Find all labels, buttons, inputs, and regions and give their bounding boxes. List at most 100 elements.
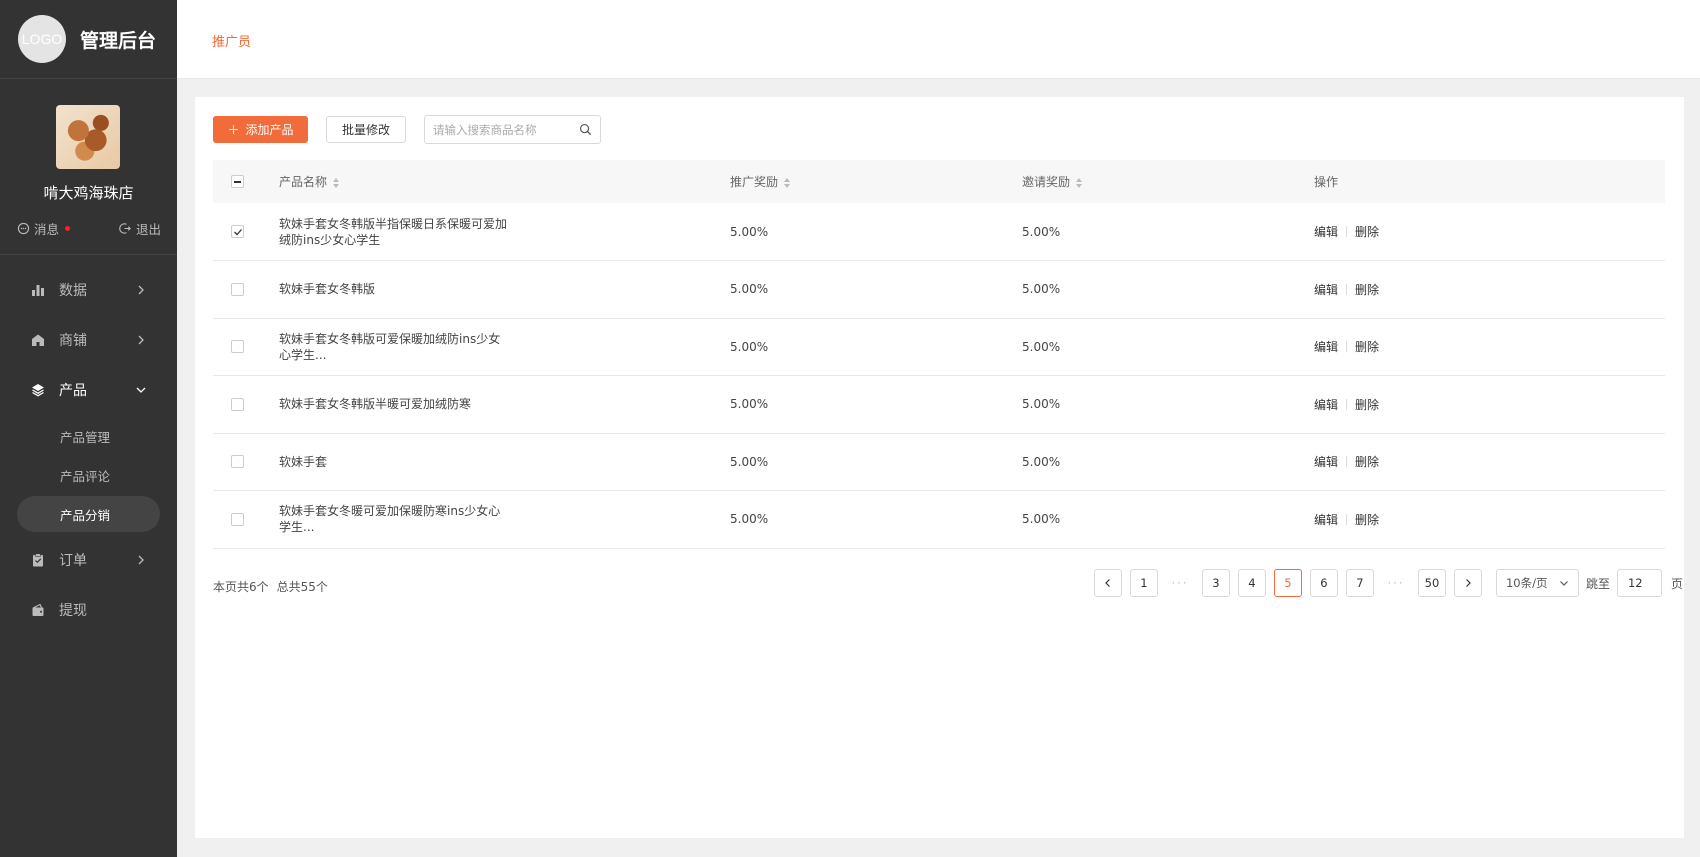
bar-chart-icon [31,283,45,297]
sidebar-item-label: 数据 [59,283,87,299]
reward-value: 5.00% [730,339,769,354]
profile: 啃大鸡海珠店 消息 退出 [0,79,177,255]
row-checkbox[interactable] [231,340,244,354]
sort-icon[interactable] [1076,177,1083,188]
delete-link[interactable]: 删除 [1355,281,1379,298]
product-name: 软妹手套女冬韩版半指保暖日系保暖可爱加绒防ins少女心学生 [279,216,508,247]
column-header-invite[interactable]: 邀请奖励 [1022,160,1314,203]
edit-link[interactable]: 编辑 [1314,453,1338,470]
total-count-text: 总共55个 [276,580,328,594]
message-link[interactable]: 消息 [17,219,71,238]
edit-link[interactable]: 编辑 [1314,338,1338,355]
sidebar-item-data[interactable]: 数据 [0,265,177,315]
reward-value: 5.00% [730,224,769,239]
column-header-name[interactable]: 产品名称 [279,160,730,203]
page-size-select[interactable]: 10条/页 [1495,569,1579,597]
plus-icon: ＋ [227,123,240,137]
chevron-right-icon [138,285,144,295]
table-row: 软妹手套女冬韩版可爱保暖加绒防ins少女心学生... 5.00% 5.00% 编… [213,318,1665,376]
page-ellipsis[interactable]: ··· [1165,569,1194,597]
avatar[interactable] [56,105,120,169]
delete-link[interactable]: 删除 [1355,511,1379,528]
page-button-current[interactable]: 5 [1273,569,1302,597]
delete-link[interactable]: 删除 [1355,338,1379,355]
edit-link[interactable]: 编辑 [1314,396,1338,413]
search-icon[interactable] [579,123,592,136]
chevron-right-icon [138,335,144,345]
edit-link[interactable]: 编辑 [1314,281,1338,298]
sidebar-item-withdraw[interactable]: 提现 [0,585,177,635]
row-checkbox[interactable] [231,282,244,296]
next-page-button[interactable] [1453,569,1482,597]
batch-edit-button[interactable]: 批量修改 [326,116,406,143]
edit-link[interactable]: 编辑 [1314,223,1338,240]
product-table: 产品名称 推广奖励 邀请奖励 操作 软妹手套女冬韩版半指保暖日系保暖可爱加绒防i… [213,160,1665,549]
page-button[interactable]: 6 [1309,569,1338,597]
jump-page-input[interactable]: 12 [1616,569,1662,597]
sidebar-subitem-product-distribution[interactable]: 产品分销 [17,496,160,532]
row-checkbox[interactable] [231,512,244,526]
table-row: 软妹手套女冬韩版半指保暖日系保暖可爱加绒防ins少女心学生 5.00% 5.00… [213,203,1665,261]
sidebar-item-label: 商铺 [59,333,87,349]
delete-link[interactable]: 删除 [1355,453,1379,470]
logout-icon [119,223,131,234]
delete-link[interactable]: 删除 [1355,223,1379,240]
row-checkbox[interactable] [231,397,244,411]
chevron-down-icon [1560,581,1568,586]
scrollbar[interactable] [1686,79,1700,857]
brand: LOGO 管理后台 [0,0,177,79]
logout-label: 退出 [135,222,161,237]
product-name: 软妹手套女冬韩版半暖可爱加绒防寒 [279,397,472,412]
select-all-checkbox[interactable] [231,175,244,188]
page-button[interactable]: 50 [1417,569,1446,597]
reward-value: 5.00% [730,512,769,527]
logout-link[interactable]: 退出 [119,219,161,238]
page-button[interactable]: 1 [1129,569,1158,597]
product-name: 软妹手套女冬暖可爱加保暖防寒ins少女心学生... [279,504,501,535]
column-header-reward[interactable]: 推广奖励 [730,160,1022,203]
page-ellipsis[interactable]: ··· [1381,569,1410,597]
layers-icon [31,383,45,397]
page-button[interactable]: 7 [1345,569,1374,597]
invite-value: 5.00% [1022,454,1061,469]
page-title[interactable]: 推广员 [212,31,251,50]
sidebar-item-product[interactable]: 产品 [0,365,177,415]
add-product-button[interactable]: ＋ 添加产品 [213,116,308,143]
prev-page-button[interactable] [1093,569,1122,597]
sidebar-item-shop[interactable]: 商铺 [0,315,177,365]
column-header-actions: 操作 [1314,175,1339,189]
chevron-right-icon [1466,579,1471,587]
sidebar-item-label: 提现 [59,603,87,619]
sort-icon[interactable] [333,177,340,188]
unread-dot [65,226,71,231]
reward-value: 5.00% [730,454,769,469]
page-count-text: 本页共6个 [213,580,269,594]
product-name: 软妹手套 [279,454,328,469]
sidebar-menu: 数据 商铺 产品 产品管理 产品评论 产品分销 订单 提现 [0,265,177,635]
sidebar: LOGO 管理后台 啃大鸡海珠店 消息 退出 数据 商铺 产品 产品管理 产品评… [0,0,177,857]
invite-value: 5.00% [1022,224,1061,239]
search-input[interactable] [433,122,579,137]
wallet-icon [31,603,45,617]
delete-link[interactable]: 删除 [1355,396,1379,413]
row-checkbox[interactable] [231,225,244,238]
shop-name: 啃大鸡海珠店 [43,184,134,202]
table-row: 软妹手套女冬韩版半暖可爱加绒防寒 5.00% 5.00% 编辑 删除 [213,376,1665,433]
sort-icon[interactable] [784,177,791,188]
product-name: 软妹手套女冬韩版 [279,282,376,297]
toolbar: ＋ 添加产品 批量修改 [213,115,601,144]
invite-value: 5.00% [1022,397,1061,412]
product-name: 软妹手套女冬韩版可爱保暖加绒防ins少女心学生... [279,331,501,362]
edit-link[interactable]: 编辑 [1314,511,1338,528]
chevron-right-icon [138,555,144,565]
reward-value: 5.00% [730,282,769,297]
logo: LOGO [18,15,66,63]
sidebar-item-order[interactable]: 订单 [0,535,177,585]
page-suffix: 页 [1670,576,1683,591]
page-button[interactable]: 4 [1237,569,1266,597]
sidebar-subitem-product-manage[interactable]: 产品管理 [17,418,160,454]
reward-value: 5.00% [730,397,769,412]
row-checkbox[interactable] [231,455,244,469]
sidebar-subitem-product-review[interactable]: 产品评论 [17,457,160,493]
page-button[interactable]: 3 [1201,569,1230,597]
